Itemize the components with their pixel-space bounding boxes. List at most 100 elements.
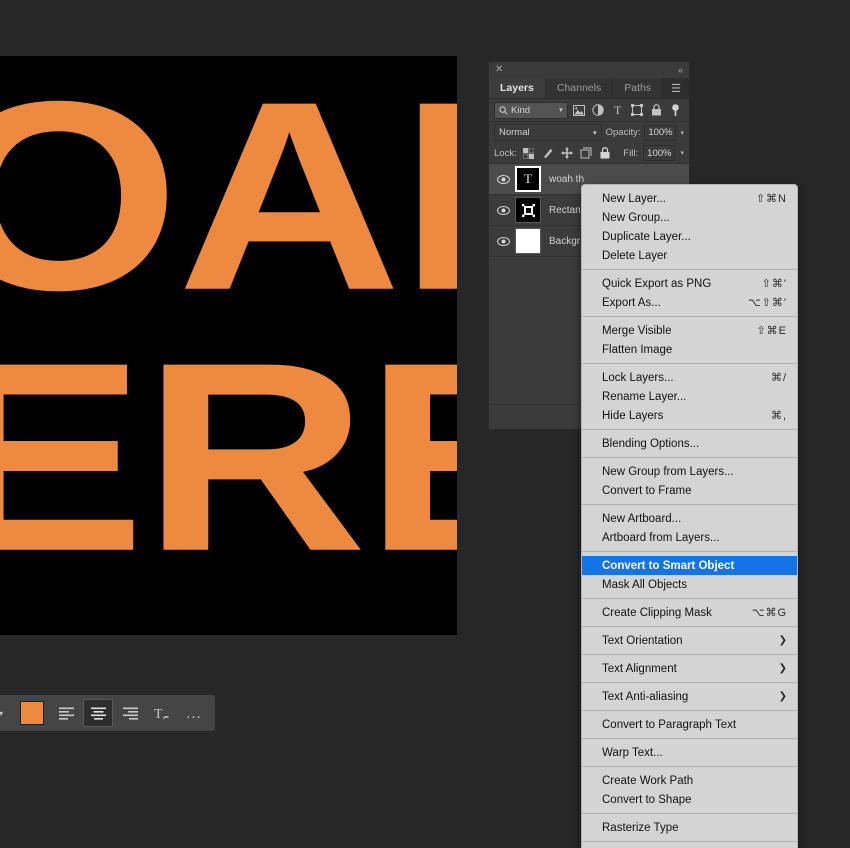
menu-item-new-group-from-layers[interactable]: New Group from Layers... [582,462,797,481]
menu-item-blending-options[interactable]: Blending Options... [582,434,797,453]
lock-all-icon[interactable] [598,146,612,160]
filter-toggle-icon[interactable] [668,102,684,119]
menu-item-label: New Group... [602,211,670,224]
chevron-right-icon: ❯ [778,635,787,646]
artwork-line-2: ERE [0,307,457,608]
close-icon[interactable]: ✕ [495,65,503,75]
menu-item-mask-all-objects[interactable]: Mask All Objects [582,575,797,594]
menu-item-rasterize-type[interactable]: Rasterize Type [582,818,797,837]
more-options-button[interactable]: ... [179,699,209,727]
lock-row[interactable]: Lock: Fill: 100% ▾ [489,143,689,164]
align-center-icon [90,707,106,720]
menu-item-rename-layer[interactable]: Rename Layer... [582,387,797,406]
artwork-text: OAH ERE [0,62,457,592]
menu-item-label: Convert to Smart Object [602,559,735,572]
opacity-input[interactable]: 100% [644,124,677,141]
menu-item-convert-to-shape[interactable]: Convert to Shape [582,790,797,809]
layer-thumbnail-shape[interactable] [515,197,541,223]
blend-mode-select[interactable]: Normal ▾ [494,124,602,141]
menu-item-new-layer[interactable]: New Layer... ⇧⌘N [582,189,797,208]
layer-visibility-toggle[interactable] [491,205,515,215]
menu-item-create-work-path[interactable]: Create Work Path [582,771,797,790]
lock-image-pixels-icon[interactable] [541,146,555,160]
chevron-right-icon: ❯ [778,663,787,674]
menu-item-shortcut: ⇧⌘E [756,325,787,337]
menu-item-quick-export-as-png[interactable]: Quick Export as PNG ⇧⌘' [582,274,797,293]
menu-item-label: New Layer... [602,192,666,205]
menu-item-shortcut: ⌥⇧⌘' [748,297,787,309]
menu-item-new-group[interactable]: New Group... [582,208,797,227]
font-size-dropdown[interactable]: ▾ [0,699,16,727]
blend-mode-row[interactable]: Normal ▾ Opacity: 100% ▾ [489,122,689,143]
lock-position-icon[interactable] [560,146,574,160]
menu-separator [582,710,797,711]
menu-item-label: Blending Options... [602,437,700,450]
artwork-line-1: OAH [0,56,457,347]
menu-item-export-as[interactable]: Export As... ⌥⇧⌘' [582,293,797,312]
shape-layer-filter-icon[interactable] [629,102,645,119]
document-canvas[interactable]: OAH ERE [0,56,457,635]
menu-item-label: Artboard from Layers... [602,531,720,544]
menu-item-label: New Group from Layers... [602,465,734,478]
menu-item-duplicate-layer[interactable]: Duplicate Layer... [582,227,797,246]
panel-tabs[interactable]: Layers Channels Paths ☰ [489,78,689,99]
eye-icon [496,174,510,184]
panel-menu-icon[interactable]: ☰ [663,78,689,98]
warp-text-button[interactable]: T [147,699,177,727]
menu-item-flatten-image[interactable]: Flatten Image [582,340,797,359]
filter-kind-select[interactable]: Kind ▾ [494,101,568,119]
blend-mode-value: Normal [499,127,530,138]
menu-separator [582,551,797,552]
menu-item-label: Quick Export as PNG [602,277,712,290]
text-options-toolbar[interactable]: ▾ T ... [0,695,215,731]
tab-layers[interactable]: Layers [489,78,546,98]
menu-item-label: Text Orientation [602,634,683,647]
menu-item-convert-to-smart-object[interactable]: Convert to Smart Object [582,556,797,575]
opacity-chevron-down-icon[interactable]: ▾ [680,129,684,137]
menu-item-text-anti-aliasing[interactable]: Text Anti-aliasing ❯ [582,687,797,706]
collapse-panel-icon[interactable]: « [678,65,683,75]
lock-artboard-nesting-icon[interactable] [579,146,593,160]
align-center-button[interactable] [83,699,113,727]
menu-item-convert-to-frame[interactable]: Convert to Frame [582,481,797,500]
text-color-swatch[interactable] [20,701,44,725]
menu-item-convert-to-paragraph-text[interactable]: Convert to Paragraph Text [582,715,797,734]
menu-item-merge-visible[interactable]: Merge Visible ⇧⌘E [582,321,797,340]
menu-item-label: Create Clipping Mask [602,606,712,619]
layer-thumbnail-type[interactable]: T [515,166,541,192]
menu-item-warp-text[interactable]: Warp Text... [582,743,797,762]
fill-chevron-down-icon[interactable]: ▾ [680,149,684,157]
layer-visibility-toggle[interactable] [491,174,515,184]
adjustment-layer-filter-icon[interactable] [590,102,606,119]
smart-object-filter-icon[interactable] [648,102,664,119]
layer-context-menu[interactable]: New Layer... ⇧⌘N New Group... Duplicate Lay… [581,184,798,848]
menu-item-artboard-from-layers[interactable]: Artboard from Layers... [582,528,797,547]
layer-visibility-toggle[interactable] [491,236,515,246]
layer-name[interactable]: Backgr [549,236,580,247]
lock-transparent-pixels-icon[interactable] [522,146,536,160]
menu-item-new-artboard[interactable]: New Artboard... [582,509,797,528]
align-right-button[interactable] [115,699,145,727]
layer-name[interactable]: Rectan [549,205,581,216]
layer-name[interactable]: woah th [549,174,584,185]
fill-input[interactable]: 100% [643,145,676,161]
menu-item-lock-layers[interactable]: Lock Layers... ⌘/ [582,368,797,387]
menu-item-hide-layers[interactable]: Hide Layers ⌘, [582,406,797,425]
menu-item-text-orientation[interactable]: Text Orientation ❯ [582,631,797,650]
align-left-button[interactable] [51,699,81,727]
tab-channels[interactable]: Channels [545,78,614,98]
menu-item-text-alignment[interactable]: Text Alignment ❯ [582,659,797,678]
type-layer-filter-icon[interactable]: T [609,102,625,119]
layer-filter-row[interactable]: Kind ▾ T [489,99,689,122]
layer-thumbnail-background[interactable] [515,228,541,254]
svg-text:T: T [154,707,163,721]
chevron-down-icon: ▾ [559,107,563,114]
pixel-layer-filter-icon[interactable] [571,102,587,119]
menu-separator [582,682,797,683]
menu-item-label: Text Anti-aliasing [602,690,689,703]
menu-item-create-clipping-mask[interactable]: Create Clipping Mask ⌥⌘G [582,603,797,622]
type-layer-icon: T [524,171,532,186]
menu-item-shortcut: ⇧⌘N [755,193,787,205]
tab-paths[interactable]: Paths [613,78,664,98]
menu-item-delete-layer[interactable]: Delete Layer [582,246,797,265]
